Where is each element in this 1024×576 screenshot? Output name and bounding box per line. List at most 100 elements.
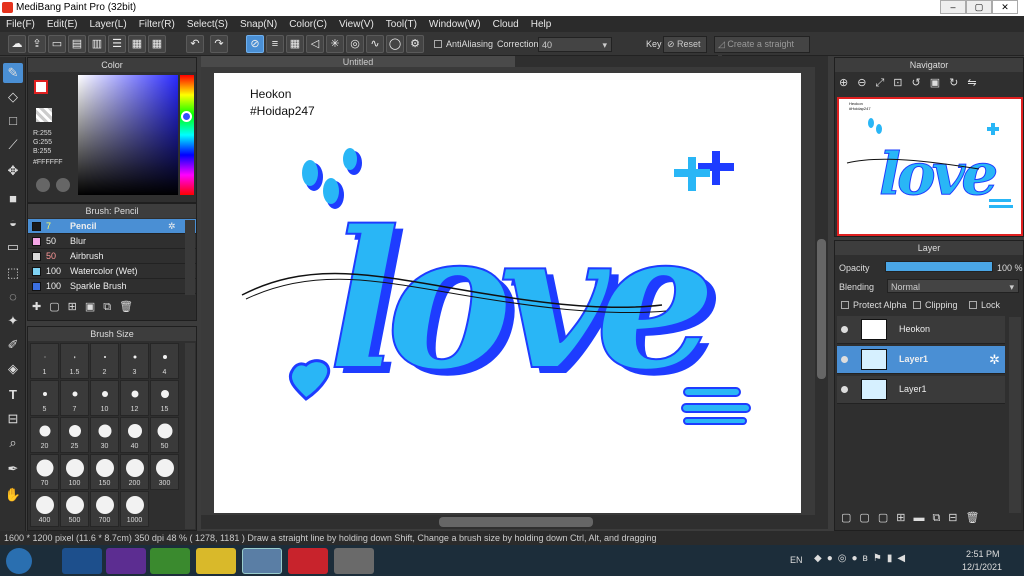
- minimize-button[interactable]: –: [940, 0, 966, 14]
- canvas-paper[interactable]: Heokon #Hoidap247 love love: [214, 73, 801, 513]
- gear-icon[interactable]: ✲: [168, 219, 176, 234]
- vertical-scrollbar[interactable]: [815, 67, 828, 515]
- delete-layer-icon[interactable]: 🗑: [966, 512, 988, 524]
- zoom-in-icon[interactable]: ⊕: [839, 77, 857, 89]
- undo-icon[interactable]: ↶: [186, 35, 204, 53]
- brush-size-cell[interactable]: 1000: [120, 491, 149, 527]
- volume-icon[interactable]: ◀: [897, 553, 910, 564]
- antialias-checkbox[interactable]: [434, 40, 442, 48]
- select-tool-icon[interactable]: ⬚: [3, 263, 23, 283]
- reset-view-icon[interactable]: ▣: [930, 77, 949, 89]
- flip-icon[interactable]: ⇋: [967, 77, 985, 89]
- chrome-icon[interactable]: [196, 548, 236, 574]
- menu-edit[interactable]: Edit(E): [41, 19, 84, 30]
- saturation-value-picker[interactable]: [78, 75, 178, 195]
- rotate-left-icon[interactable]: ↺: [911, 77, 929, 89]
- redo-icon[interactable]: ↷: [210, 35, 228, 53]
- eraser-tool-icon[interactable]: ◇: [3, 87, 23, 107]
- visibility-icon[interactable]: [841, 356, 848, 363]
- brush-item[interactable]: 50 Blur: [28, 234, 196, 249]
- menu-filter[interactable]: Filter(R): [133, 19, 181, 30]
- menu-view[interactable]: View(V): [333, 19, 380, 30]
- select-eraser-tool-icon[interactable]: ◈: [3, 359, 23, 379]
- brush-size-cell[interactable]: 700: [90, 491, 119, 527]
- brush-size-cell[interactable]: 200: [120, 454, 149, 490]
- wifi-icon[interactable]: ▮: [887, 553, 898, 564]
- snap-grid-icon[interactable]: ▦: [286, 35, 304, 53]
- update-icon[interactable]: ●: [851, 553, 862, 564]
- snap-off-icon[interactable]: ⊘: [246, 35, 264, 53]
- folder-icon[interactable]: ▬: [913, 512, 932, 524]
- clock-date[interactable]: 12/1/2021: [962, 562, 1002, 572]
- brush-settings-icon[interactable]: ▣: [85, 301, 103, 313]
- straight-line-button[interactable]: ◿ Create a straight line: [714, 36, 810, 64]
- horizontal-scroll-thumb[interactable]: [439, 517, 593, 527]
- brush-size-cell[interactable]: 500: [60, 491, 89, 527]
- import-brush-icon[interactable]: ⊞: [68, 301, 85, 313]
- maximize-button[interactable]: ▢: [966, 0, 992, 14]
- grid-icon[interactable]: ▦: [148, 35, 166, 53]
- magic-wand-tool-icon[interactable]: ✦: [3, 311, 23, 331]
- vertical-scroll-thumb[interactable]: [817, 239, 826, 379]
- brush-tool-icon[interactable]: ✎: [3, 63, 23, 83]
- snap-perspective-icon[interactable]: ◁: [306, 35, 324, 53]
- brush-item[interactable]: 100 Watercolor (Wet): [28, 264, 196, 279]
- foreground-color-swatch[interactable]: [34, 80, 48, 94]
- comment-icon[interactable]: ▭: [48, 35, 66, 53]
- shield-icon[interactable]: ●: [827, 553, 838, 564]
- fill-rect-tool-icon[interactable]: ■: [3, 189, 23, 209]
- brush-size-cell[interactable]: 7: [60, 380, 89, 416]
- add-brush-icon[interactable]: ✚: [32, 301, 49, 313]
- snap-circle-icon[interactable]: ◎: [346, 35, 364, 53]
- brush-size-cell[interactable]: 15: [150, 380, 179, 416]
- opacity-slider[interactable]: [885, 261, 993, 272]
- layer-row[interactable]: Heokon: [837, 316, 1005, 344]
- hue-slider[interactable]: [180, 75, 194, 195]
- layer-row[interactable]: Layer1 ✲: [837, 346, 1005, 374]
- new-brush-icon[interactable]: ▢: [49, 301, 67, 313]
- brush-size-cell[interactable]: 100: [60, 454, 89, 490]
- app-green-icon[interactable]: [150, 548, 190, 574]
- snap-parallel-icon[interactable]: ≡: [266, 35, 284, 53]
- paint-icon[interactable]: [334, 548, 374, 574]
- navigator-preview[interactable]: Heokon #Hoidap247 love: [837, 97, 1023, 236]
- brush-size-cell[interactable]: 2: [90, 343, 119, 379]
- horizontal-scrollbar[interactable]: [201, 515, 828, 529]
- brush-size-cell[interactable]: 5: [30, 380, 59, 416]
- brush-size-scrollbar[interactable]: [185, 343, 195, 529]
- medibang-taskbar-icon[interactable]: [242, 548, 282, 574]
- brush-item[interactable]: 50 Airbrush: [28, 249, 196, 264]
- brush-size-cell[interactable]: 50: [150, 417, 179, 453]
- menu-select[interactable]: Select(S): [181, 19, 234, 30]
- duplicate-layer-icon[interactable]: ⧉: [932, 512, 948, 524]
- brush-item[interactable]: 100 Sparkle Brush: [28, 279, 196, 294]
- internet-explorer-icon[interactable]: [62, 548, 102, 574]
- bluetooth-icon[interactable]: ʙ: [863, 553, 873, 564]
- eyedropper-alt-icon[interactable]: ✒: [3, 459, 23, 479]
- transparent-swatch[interactable]: [36, 108, 52, 122]
- brush-size-cell[interactable]: 70: [30, 454, 59, 490]
- visual-studio-icon[interactable]: [106, 548, 146, 574]
- brush-size-cell[interactable]: 20: [30, 417, 59, 453]
- line-tool-icon[interactable]: ⟋: [3, 135, 23, 155]
- brush-size-cell[interactable]: 1.5: [60, 343, 89, 379]
- delete-brush-icon[interactable]: 🗑: [119, 301, 141, 313]
- menu-file[interactable]: File(F): [0, 19, 41, 30]
- pinterest-icon[interactable]: [288, 548, 328, 574]
- brush-size-cell[interactable]: 30: [90, 417, 119, 453]
- menu-window[interactable]: Window(W): [423, 19, 487, 30]
- snap-curve-icon[interactable]: ∿: [366, 35, 384, 53]
- lock-checkbox[interactable]: [969, 301, 977, 309]
- clock-time[interactable]: 2:51 PM: [966, 549, 1000, 559]
- menu-help[interactable]: Help: [525, 19, 558, 30]
- rotate-right-icon[interactable]: ↻: [949, 77, 967, 89]
- brush-size-cell[interactable]: 400: [30, 491, 59, 527]
- snap-settings-icon[interactable]: ⚙: [406, 35, 424, 53]
- brush-size-cell[interactable]: 10: [90, 380, 119, 416]
- brush-size-cell[interactable]: 300: [150, 454, 179, 490]
- snap-ellipse-icon[interactable]: ◯: [386, 35, 404, 53]
- close-button[interactable]: ✕: [992, 0, 1018, 14]
- brush-size-cell[interactable]: 25: [60, 417, 89, 453]
- correction-select[interactable]: 40 ▾: [538, 37, 612, 52]
- document-icon[interactable]: ▥: [88, 35, 106, 53]
